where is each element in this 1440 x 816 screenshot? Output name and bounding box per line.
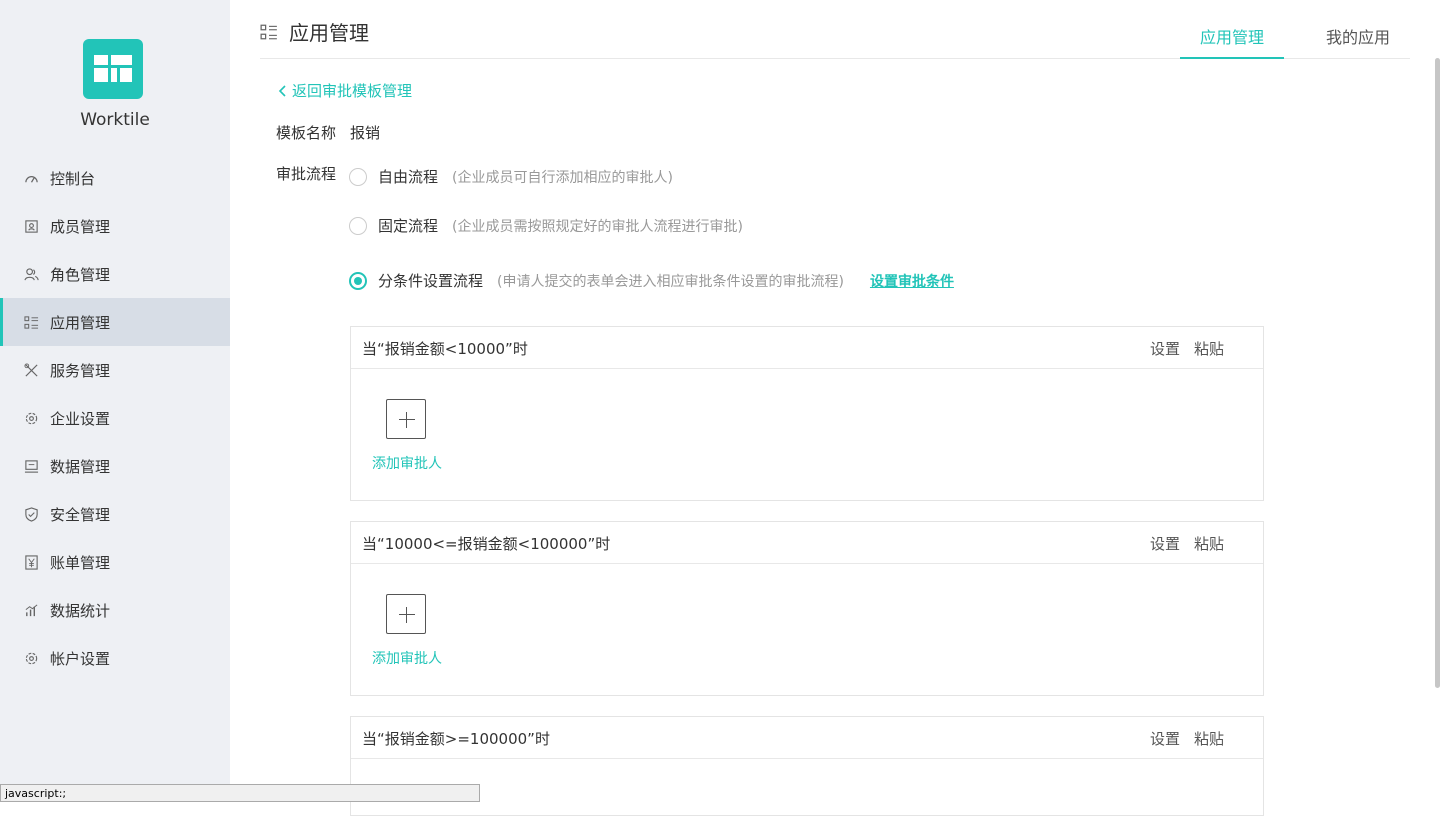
radio-label: 分条件设置流程 bbox=[378, 272, 484, 290]
radio-button[interactable] bbox=[349, 167, 367, 186]
sidebar-item-label: 企业设置 bbox=[50, 409, 111, 428]
radio-hint: (企业成员需按照规定好的审批人流程进行审批) bbox=[452, 218, 743, 235]
radio-label: 自由流程 bbox=[378, 168, 439, 186]
sidebar-item-label: 账单管理 bbox=[50, 553, 111, 572]
app-list-icon bbox=[260, 24, 277, 39]
paste-button[interactable]: 粘贴 bbox=[1194, 533, 1224, 554]
sidebar-item-label: 帐户设置 bbox=[50, 649, 111, 668]
add-approver-button[interactable] bbox=[386, 399, 426, 439]
shield-icon bbox=[25, 506, 38, 522]
sidebar: Worktile 控制台 成员管理 角色管理 应用管理 服务管理 企业设置 数据 bbox=[0, 0, 230, 802]
condition-title: 当“报销金额>=100000”时 bbox=[362, 730, 550, 748]
tab-app-management[interactable]: 应用管理 bbox=[1180, 24, 1284, 59]
sidebar-item-security[interactable]: 安全管理 bbox=[0, 490, 230, 538]
sidebar-item-label: 数据管理 bbox=[50, 457, 111, 476]
sidebar-item-label: 成员管理 bbox=[50, 217, 111, 236]
paste-button[interactable]: 粘贴 bbox=[1194, 728, 1224, 749]
monitor-icon bbox=[24, 459, 39, 473]
add-approver-label[interactable]: 添加审批人 bbox=[372, 648, 442, 668]
condition-title: 当“10000<=报销金额<100000”时 bbox=[362, 535, 611, 553]
condition-card: 当“10000<=报销金额<100000”时 设置 粘贴 添加审批人 bbox=[350, 521, 1264, 696]
gear-icon bbox=[25, 412, 38, 424]
radio-hint: (企业成员可自行添加相应的审批人) bbox=[452, 169, 673, 186]
sidebar-item-services[interactable]: 服务管理 bbox=[0, 346, 230, 394]
worktile-logo bbox=[83, 39, 143, 99]
radio-label: 固定流程 bbox=[378, 217, 439, 235]
template-name-value: 报销 bbox=[350, 124, 381, 142]
sidebar-item-apps[interactable]: 应用管理 bbox=[0, 298, 230, 346]
sidebar-item-statistics[interactable]: 数据统计 bbox=[0, 586, 230, 634]
member-card-icon bbox=[25, 219, 38, 233]
back-link[interactable]: 返回审批模板管理 bbox=[278, 80, 412, 101]
app-list-icon bbox=[24, 315, 39, 329]
condition-card: 当“报销金额<10000”时 设置 粘贴 添加审批人 bbox=[350, 326, 1264, 501]
set-condition-link[interactable]: 设置审批条件 bbox=[870, 271, 954, 291]
set-button[interactable]: 设置 bbox=[1150, 533, 1180, 554]
add-approver-label[interactable]: 添加审批人 bbox=[372, 453, 442, 473]
scrollbar[interactable] bbox=[1435, 58, 1440, 688]
set-button[interactable]: 设置 bbox=[1150, 728, 1180, 749]
sidebar-item-label: 角色管理 bbox=[50, 265, 111, 284]
sidebar-item-label: 应用管理 bbox=[50, 313, 111, 332]
radio-button-selected[interactable] bbox=[349, 271, 367, 290]
sidebar-item-console[interactable]: 控制台 bbox=[0, 154, 230, 202]
sidebar-item-data-management[interactable]: 数据管理 bbox=[0, 442, 230, 490]
sidebar-item-enterprise-settings[interactable]: 企业设置 bbox=[0, 394, 230, 442]
brand-name: Worktile bbox=[80, 110, 150, 130]
page-header: 应用管理 应用管理 我的应用 bbox=[260, 0, 1410, 59]
main-content: 应用管理 应用管理 我的应用 返回审批模板管理 模板名称 报销 审批流程 自由流… bbox=[230, 0, 1440, 816]
condition-card-header: 当“报销金额<10000”时 设置 粘贴 bbox=[351, 327, 1263, 369]
radio-button[interactable] bbox=[349, 216, 367, 235]
tools-icon bbox=[24, 362, 38, 377]
template-name-label: 模板名称 bbox=[276, 124, 337, 142]
radio-free-flow[interactable]: 自由流程 (企业成员可自行添加相应的审批人) bbox=[349, 166, 673, 187]
condition-card-header: 当“10000<=报销金额<100000”时 设置 粘贴 bbox=[351, 522, 1263, 564]
sidebar-item-account-settings[interactable]: 帐户设置 bbox=[0, 634, 230, 682]
condition-card-header: 当“报销金额>=100000”时 设置 粘贴 bbox=[351, 717, 1263, 759]
chevron-left-icon bbox=[278, 84, 286, 97]
gear-icon bbox=[25, 652, 38, 664]
set-button[interactable]: 设置 bbox=[1150, 338, 1180, 359]
back-link-label: 返回审批模板管理 bbox=[292, 82, 413, 100]
tab-my-apps[interactable]: 我的应用 bbox=[1306, 24, 1410, 59]
bar-chart-icon bbox=[25, 604, 38, 616]
add-approver-button[interactable] bbox=[386, 594, 426, 634]
sidebar-item-label: 服务管理 bbox=[50, 361, 111, 380]
condition-title: 当“报销金额<10000”时 bbox=[362, 340, 528, 358]
sidebar-item-label: 安全管理 bbox=[50, 505, 111, 524]
radio-hint: (申请人提交的表单会进入相应审批条件设置的审批流程) bbox=[497, 273, 844, 290]
page-title: 应用管理 bbox=[260, 17, 369, 46]
browser-status-bar: javascript:; bbox=[0, 784, 480, 802]
condition-card: 当“报销金额>=100000”时 设置 粘贴 bbox=[350, 716, 1264, 816]
yen-bill-icon bbox=[25, 554, 38, 570]
page-title-text: 应用管理 bbox=[289, 21, 369, 45]
paste-button[interactable]: 粘贴 bbox=[1194, 338, 1224, 359]
radio-fixed-flow[interactable]: 固定流程 (企业成员需按照规定好的审批人流程进行审批) bbox=[349, 215, 743, 236]
sidebar-item-label: 数据统计 bbox=[50, 601, 111, 620]
sidebar-item-billing[interactable]: 账单管理 bbox=[0, 538, 230, 586]
dashboard-icon bbox=[25, 175, 38, 183]
sidebar-item-label: 控制台 bbox=[50, 169, 96, 188]
radio-conditional-flow[interactable]: 分条件设置流程 (申请人提交的表单会进入相应审批条件设置的审批流程) 设置审批条… bbox=[349, 270, 954, 291]
sidebar-nav: 控制台 成员管理 角色管理 应用管理 服务管理 企业设置 数据管理 安全管理 账… bbox=[0, 154, 230, 682]
sidebar-item-roles[interactable]: 角色管理 bbox=[0, 250, 230, 298]
role-users-icon bbox=[24, 267, 39, 280]
approval-flow-label: 审批流程 bbox=[276, 165, 337, 183]
sidebar-item-members[interactable]: 成员管理 bbox=[0, 202, 230, 250]
